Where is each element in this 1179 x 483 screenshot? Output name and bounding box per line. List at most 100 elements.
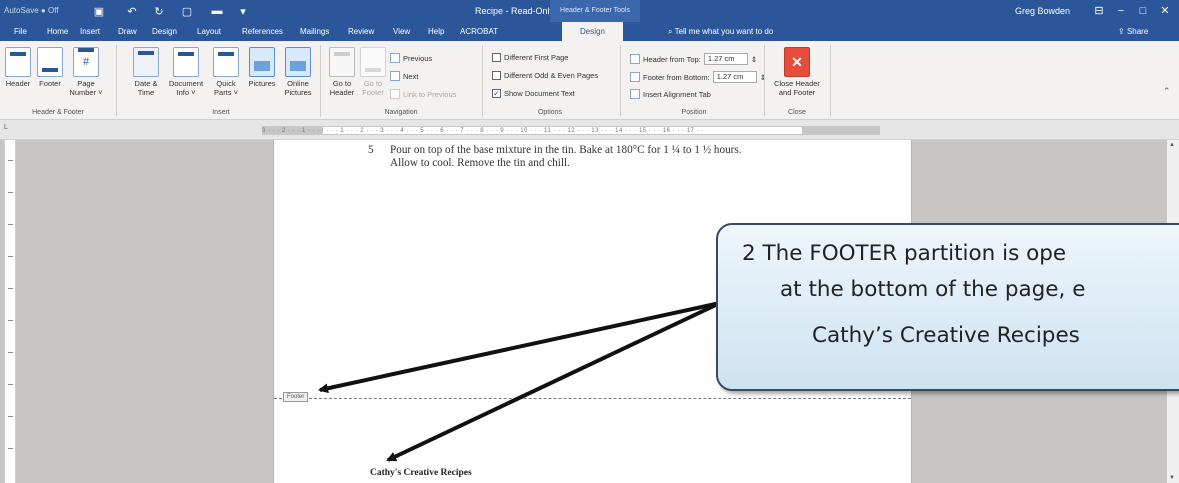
footer-from-bottom-input[interactable]: 1.27 cm [712, 71, 757, 83]
ribbon-display-icon[interactable]: ⊟ [1090, 3, 1108, 19]
close-header-footer-label: Close Header and Footer [774, 79, 820, 97]
tab-home[interactable]: Home [45, 22, 70, 41]
group-label-navigation: Navigation [384, 109, 418, 116]
spinner-icon[interactable]: ⇕ [760, 73, 766, 82]
horizontal-ruler[interactable]: L 3 · · · 2 · · · 1 · · · | · · · 1 · · … [0, 120, 1179, 140]
step-text-1: Pour on top of the base mixture in the t… [390, 144, 742, 156]
previous-icon [390, 53, 400, 63]
tab-draw[interactable]: Draw [116, 22, 139, 41]
ruler-tick [8, 352, 13, 353]
group-divider [620, 45, 621, 117]
pictures-button[interactable]: Pictures [244, 47, 280, 88]
tell-me-search[interactable]: ⌕ Tell me what you want to do [668, 22, 773, 41]
group-label-close: Close [788, 109, 806, 116]
callout-line-1: 2 The FOOTER partition is ope [742, 241, 1067, 266]
document-info-label: Document Info ˅ [168, 79, 204, 97]
different-first-page-checkbox[interactable]: Different First Page [492, 53, 568, 62]
collapse-ribbon-icon[interactable]: ⌃ [1163, 86, 1171, 97]
previous-label: Previous [403, 53, 433, 63]
header-from-top-input[interactable]: 1.27 cm [703, 53, 748, 65]
header-button[interactable]: Header [2, 47, 34, 88]
page-number-label: Page Number ˅ [69, 79, 103, 97]
next-button[interactable]: Next [390, 71, 418, 81]
ruler-tick [8, 448, 13, 449]
ruler-tick [8, 288, 13, 289]
share-icon: ⇪ [1118, 27, 1127, 36]
quick-parts-button[interactable]: Quick Parts ˅ [208, 47, 244, 97]
next-icon [390, 71, 400, 81]
group-divider [764, 45, 765, 117]
go-to-header-button[interactable]: Go to Header [326, 47, 358, 97]
close-window-icon[interactable]: ✕ [1156, 3, 1174, 19]
instruction-callout: 2 The FOOTER partition is ope at the bot… [716, 223, 1179, 391]
scroll-down-icon[interactable]: ▼ [1169, 475, 1175, 481]
group-divider [320, 45, 321, 117]
document-info-button[interactable]: Document Info ˅ [166, 47, 206, 97]
minimize-icon[interactable]: − [1112, 3, 1130, 19]
user-name[interactable]: Greg Bowden [1015, 6, 1070, 16]
recipe-step[interactable]: 5 Pour on top of the base mixture in the … [368, 144, 742, 170]
spinner-icon[interactable]: ⇕ [751, 55, 757, 64]
quick-parts-icon [213, 47, 239, 77]
different-odd-even-checkbox[interactable]: Different Odd & Even Pages [492, 71, 598, 80]
step-number: 5 [368, 144, 374, 156]
tab-mailings[interactable]: Mailings [298, 22, 331, 41]
calendar-icon [133, 47, 159, 77]
ruler-tick [8, 256, 13, 257]
header-from-top-field[interactable]: Header from Top: 1.27 cm ⇕ [630, 53, 757, 65]
scroll-up-icon[interactable]: ▲ [1169, 142, 1175, 148]
ruler-tick [8, 224, 13, 225]
group-divider [116, 45, 117, 117]
page-number-button[interactable]: # Page Number ˅ [66, 47, 106, 97]
footer-from-bottom-field[interactable]: Footer from Bottom: 1.27 cm ⇕ [630, 71, 766, 83]
tab-design[interactable]: Design [150, 22, 179, 41]
header-from-top-label: Header from Top: [643, 54, 701, 64]
step-line-1: 5 Pour on top of the base mixture in the … [368, 144, 742, 157]
footer-text[interactable]: Cathy's Creative Recipes [370, 468, 472, 478]
tab-layout[interactable]: Layout [195, 22, 223, 41]
maximize-icon[interactable]: □ [1134, 3, 1152, 19]
pictures-label: Pictures [248, 79, 276, 88]
tab-view[interactable]: View [391, 22, 412, 41]
page-number-icon: # [73, 47, 99, 77]
ruler-tick [8, 416, 13, 417]
tab-file[interactable]: File [12, 22, 29, 41]
online-pictures-button[interactable]: Online Pictures [280, 47, 316, 97]
checkbox-unchecked-icon [492, 53, 501, 62]
context-label: Header & Footer Tools [550, 0, 640, 22]
go-to-footer-label: Go to Footer [362, 79, 384, 97]
go-to-footer-icon [360, 47, 386, 77]
callout-line-2: at the bottom of the page, e [780, 277, 1086, 302]
online-pictures-icon [285, 47, 311, 77]
checkbox-unchecked-icon [492, 71, 501, 80]
tab-references[interactable]: References [240, 22, 285, 41]
tab-acrobat[interactable]: ACROBAT [458, 22, 500, 41]
tab-review[interactable]: Review [346, 22, 376, 41]
footer-position-icon [630, 72, 640, 82]
tab-selector-icon[interactable]: L [4, 124, 14, 134]
group-divider [482, 45, 483, 117]
group-label-insert: Insert [212, 109, 230, 116]
document-info-icon [173, 47, 199, 77]
go-to-header-label: Go to Header [329, 79, 355, 97]
footer-boundary [274, 398, 911, 399]
header-button-label: Header [5, 79, 31, 88]
date-time-button[interactable]: Date & Time [126, 47, 166, 97]
footer-tag: Footer [283, 392, 309, 402]
share-button[interactable]: ⇪ Share [1118, 22, 1148, 41]
group-label-options: Options [537, 109, 563, 116]
tab-header-footer-design[interactable]: Design [562, 22, 623, 41]
show-document-text-checkbox[interactable]: ✓ Show Document Text [492, 89, 575, 98]
insert-alignment-tab-button[interactable]: Insert Alignment Tab [630, 89, 711, 99]
ruler-scale: 3 · · · 2 · · · 1 · · · | · · · 1 · · · … [262, 126, 880, 135]
vertical-ruler[interactable] [4, 140, 16, 483]
previous-button[interactable]: Previous [390, 53, 432, 63]
tab-insert[interactable]: Insert [78, 22, 102, 41]
tab-help[interactable]: Help [426, 22, 446, 41]
ruler-tick [8, 320, 13, 321]
go-to-footer-button[interactable]: Go to Footer [358, 47, 388, 97]
close-header-footer-button[interactable]: ✕ Close Header and Footer [770, 47, 824, 97]
footer-button[interactable]: Footer [34, 47, 66, 88]
ruler-tick [8, 160, 13, 161]
link-to-previous-button[interactable]: Link to Previous [390, 89, 456, 99]
